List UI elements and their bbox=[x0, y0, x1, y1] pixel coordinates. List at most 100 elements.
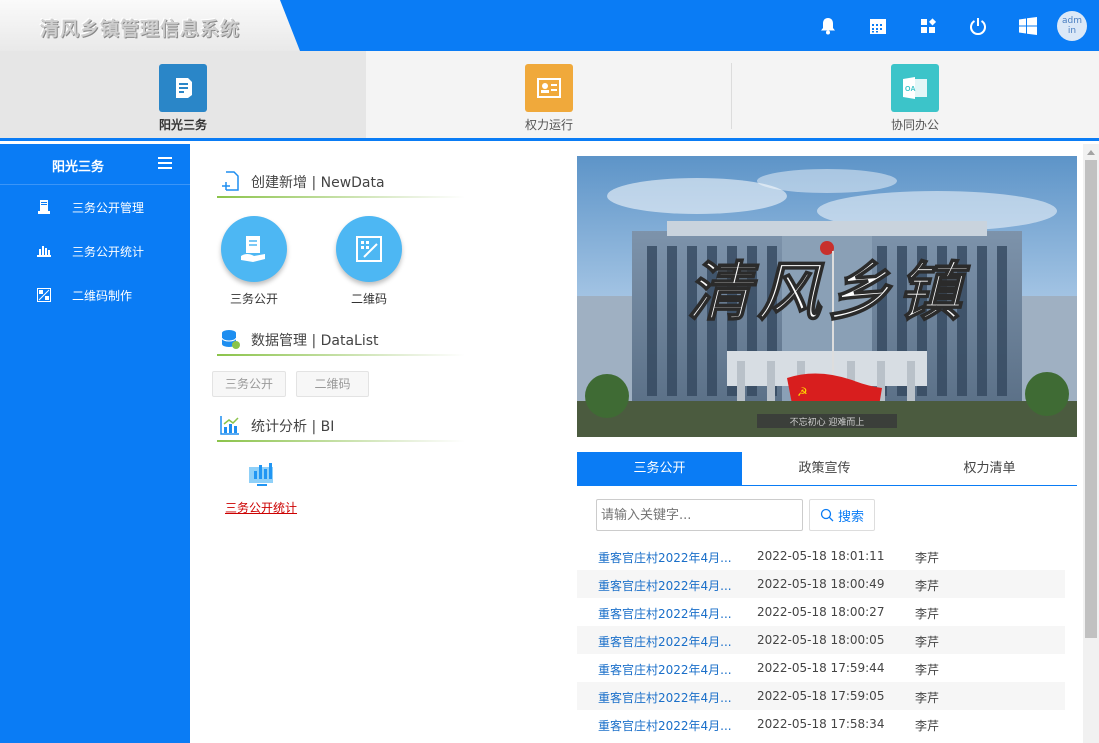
item-title[interactable]: 重客官庄村2022年4月... bbox=[598, 605, 732, 622]
list-item: 重客官庄村2022年4月... 2022-05-18 18:00:49 李芹 bbox=[577, 570, 1065, 598]
banner-title: 清风乡镇 bbox=[687, 255, 971, 330]
affairs-list: 重客官庄村2022年4月... 2022-05-18 18:01:11 李芹 重… bbox=[577, 542, 1065, 738]
search-button[interactable]: 搜索 bbox=[809, 499, 875, 531]
scroll-up-icon[interactable] bbox=[1087, 150, 1095, 155]
tab-policy[interactable]: 政策宣传 bbox=[742, 452, 907, 486]
module-label: 权力运行 bbox=[524, 118, 573, 132]
item-author: 李芹 bbox=[915, 663, 940, 677]
banner-image: ☭ 不忘初心 迎难而上 清风乡镇 bbox=[577, 156, 1077, 437]
item-time: 2022-05-18 18:00:05 bbox=[757, 633, 885, 647]
item-title[interactable]: 重客官庄村2022年4月... bbox=[598, 717, 732, 734]
data-affairs-button[interactable]: 三务公开 bbox=[212, 371, 286, 397]
create-affairs-button[interactable] bbox=[221, 216, 287, 282]
list-item: 重客官庄村2022年4月... 2022-05-18 18:00:05 李芹 bbox=[577, 626, 1065, 654]
module-power-operation[interactable]: 权力运行 bbox=[366, 51, 732, 138]
item-time: 2022-05-18 18:00:49 bbox=[757, 577, 885, 591]
sidebar-item-affairs-statistics[interactable]: 三务公开统计 bbox=[0, 229, 190, 273]
item-time: 2022-05-18 17:59:44 bbox=[757, 661, 885, 675]
affairs-statistics-link[interactable]: 三务公开统计 bbox=[225, 499, 297, 516]
sidebar-item-label: 三务公开统计 bbox=[72, 245, 145, 259]
sidebar-item-label: 二维码制作 bbox=[72, 289, 133, 303]
item-title[interactable]: 重客官庄村2022年4月... bbox=[598, 689, 732, 706]
sidebar-item-label: 三务公开管理 bbox=[72, 201, 145, 215]
sidebar-item-qrcode[interactable]: 二维码制作 bbox=[0, 273, 190, 317]
svg-text:OA: OA bbox=[905, 86, 916, 93]
item-author: 李芹 bbox=[915, 635, 940, 649]
report-icon bbox=[241, 236, 265, 262]
section-divider bbox=[217, 196, 465, 198]
item-author: 李芹 bbox=[915, 551, 940, 565]
outlook-icon: OA bbox=[891, 64, 939, 112]
create-affairs-label: 三务公开 bbox=[229, 292, 278, 306]
server-icon bbox=[37, 200, 51, 214]
windows-icon[interactable] bbox=[1003, 0, 1053, 51]
top-bar: 清风乡镇管理信息系统 adm in bbox=[0, 0, 1099, 51]
section-title: 创建新增 | NewData bbox=[251, 175, 385, 191]
power-icon[interactable] bbox=[953, 0, 1003, 51]
item-author: 李芹 bbox=[915, 719, 940, 733]
search-button-label: 搜索 bbox=[837, 509, 864, 525]
data-qrcode-button[interactable]: 二维码 bbox=[296, 371, 369, 397]
item-time: 2022-05-18 18:01:11 bbox=[757, 549, 885, 563]
tab-power-list[interactable]: 权力清单 bbox=[907, 452, 1072, 486]
divider bbox=[731, 63, 732, 129]
module-label: 阳光三务 bbox=[158, 118, 207, 132]
calendar-icon[interactable] bbox=[853, 0, 903, 51]
search-icon bbox=[820, 508, 834, 522]
list-item: 重客官庄村2022年4月... 2022-05-18 18:01:11 李芹 bbox=[577, 542, 1065, 570]
apps-icon[interactable] bbox=[903, 0, 953, 51]
section-divider bbox=[217, 440, 465, 442]
section-title: 统计分析 | BI bbox=[251, 419, 335, 435]
chart-icon bbox=[37, 244, 51, 258]
avatar[interactable]: adm in bbox=[1057, 10, 1087, 41]
stats-icon bbox=[219, 414, 241, 436]
banner-caption: 不忘初心 迎难而上 bbox=[790, 416, 865, 428]
item-time: 2022-05-18 17:59:05 bbox=[757, 689, 885, 703]
list-item: 重客官庄村2022年4月... 2022-05-18 17:59:05 李芹 bbox=[577, 682, 1065, 710]
item-title[interactable]: 重客官庄村2022年4月... bbox=[598, 549, 732, 566]
bar-chart-icon[interactable] bbox=[247, 461, 277, 489]
list-item: 重客官庄村2022年4月... 2022-05-18 18:00:27 李芹 bbox=[577, 598, 1065, 626]
bell-icon[interactable] bbox=[803, 0, 853, 51]
module-sunshine-affairs[interactable]: 阳光三务 bbox=[0, 51, 366, 138]
file-add-icon bbox=[219, 170, 241, 192]
sidebar: 阳光三务 三务公开管理 三务公开统计 二维码制作 bbox=[0, 144, 190, 743]
qrcode-icon bbox=[37, 288, 51, 302]
section-title: 数据管理 | DataList bbox=[251, 333, 379, 349]
scrollbar[interactable] bbox=[1083, 144, 1099, 743]
content-tabs: 三务公开 政策宣传 权力清单 bbox=[577, 452, 1077, 486]
item-title[interactable]: 重客官庄村2022年4月... bbox=[598, 633, 732, 650]
svg-text:☭: ☭ bbox=[797, 385, 808, 399]
certificate-icon bbox=[525, 64, 573, 112]
section-divider bbox=[217, 354, 465, 356]
item-author: 李芹 bbox=[915, 691, 940, 705]
list-item: 重客官庄村2022年4月... 2022-05-18 17:59:44 李芹 bbox=[577, 654, 1065, 682]
document-icon bbox=[159, 64, 207, 112]
sidebar-title: 阳光三务 bbox=[52, 160, 105, 175]
section-data: 数据管理 | DataList bbox=[217, 326, 465, 356]
item-time: 2022-05-18 18:00:27 bbox=[757, 605, 885, 619]
item-author: 李芹 bbox=[915, 579, 940, 593]
module-collaborative-office[interactable]: OA 协同办公 bbox=[732, 51, 1098, 138]
create-qrcode-button[interactable] bbox=[336, 216, 402, 282]
qrcode-icon bbox=[356, 236, 382, 262]
item-author: 李芹 bbox=[915, 607, 940, 621]
sidebar-item-affairs-management[interactable]: 三务公开管理 bbox=[0, 185, 190, 229]
database-icon bbox=[219, 328, 241, 350]
module-label: 协同办公 bbox=[890, 118, 939, 132]
list-item: 重客官庄村2022年4月... 2022-05-18 17:58:34 李芹 bbox=[577, 710, 1065, 738]
scroll-thumb[interactable] bbox=[1085, 160, 1097, 638]
create-qrcode-label: 二维码 bbox=[350, 292, 387, 306]
government-building-photo: ☭ 不忘初心 迎难而上 清风乡镇 bbox=[577, 156, 1077, 437]
item-title[interactable]: 重客官庄村2022年4月... bbox=[598, 577, 732, 594]
app-title: 清风乡镇管理信息系统 bbox=[40, 18, 241, 40]
module-bar: 阳光三务 权力运行 OA 协同办公 bbox=[0, 51, 1099, 141]
sidebar-header: 阳光三务 bbox=[0, 144, 190, 185]
section-stats: 统计分析 | BI bbox=[217, 412, 465, 442]
section-create: 创建新增 | NewData bbox=[217, 168, 465, 198]
search-input[interactable] bbox=[596, 499, 803, 531]
item-title[interactable]: 重客官庄村2022年4月... bbox=[598, 661, 732, 678]
header-icons: adm in bbox=[803, 0, 1091, 51]
tab-affairs[interactable]: 三务公开 bbox=[577, 452, 742, 486]
menu-icon[interactable] bbox=[158, 157, 172, 169]
